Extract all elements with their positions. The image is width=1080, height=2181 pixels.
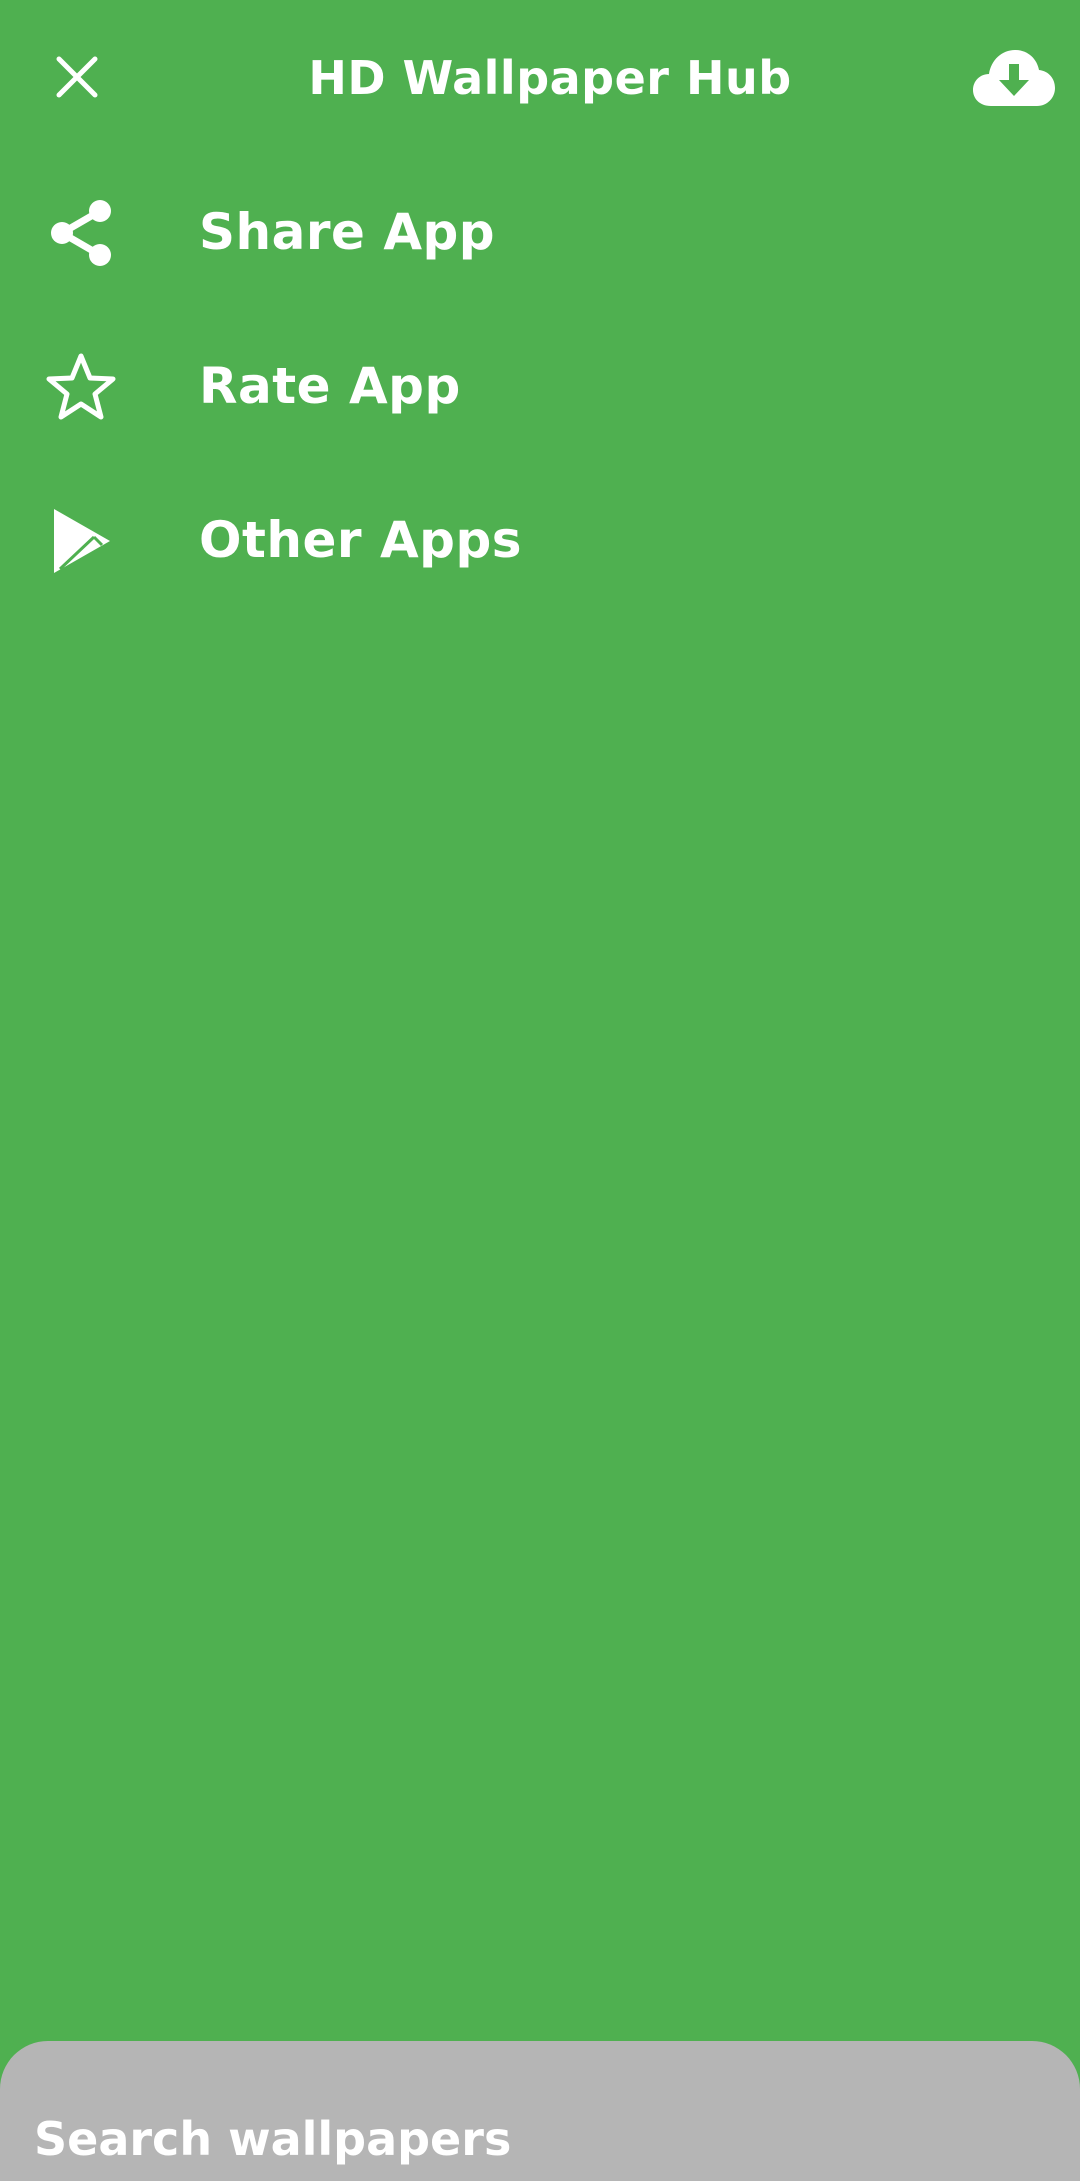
star-outline-icon xyxy=(38,351,124,423)
menu-item-rate-app[interactable]: Rate App xyxy=(0,309,1080,463)
cloud-download-icon xyxy=(973,50,1055,106)
share-icon xyxy=(38,197,124,269)
download-button[interactable] xyxy=(968,40,1060,114)
play-store-icon xyxy=(38,505,124,577)
menu-item-share-app[interactable]: Share App xyxy=(0,155,1080,309)
menu-item-label: Rate App xyxy=(199,357,461,415)
page-title: HD Wallpaper Hub xyxy=(308,51,792,105)
menu-item-label: Other Apps xyxy=(199,511,523,569)
drawer-menu: Share App Rate App Other Apps xyxy=(0,155,1080,617)
app-header: HD Wallpaper Hub xyxy=(0,0,1080,155)
search-bar[interactable]: Search wallpapers xyxy=(0,2041,1080,2181)
menu-item-label: Share App xyxy=(199,203,496,261)
search-input[interactable]: Search wallpapers xyxy=(34,2109,511,2169)
menu-item-other-apps[interactable]: Other Apps xyxy=(0,463,1080,617)
